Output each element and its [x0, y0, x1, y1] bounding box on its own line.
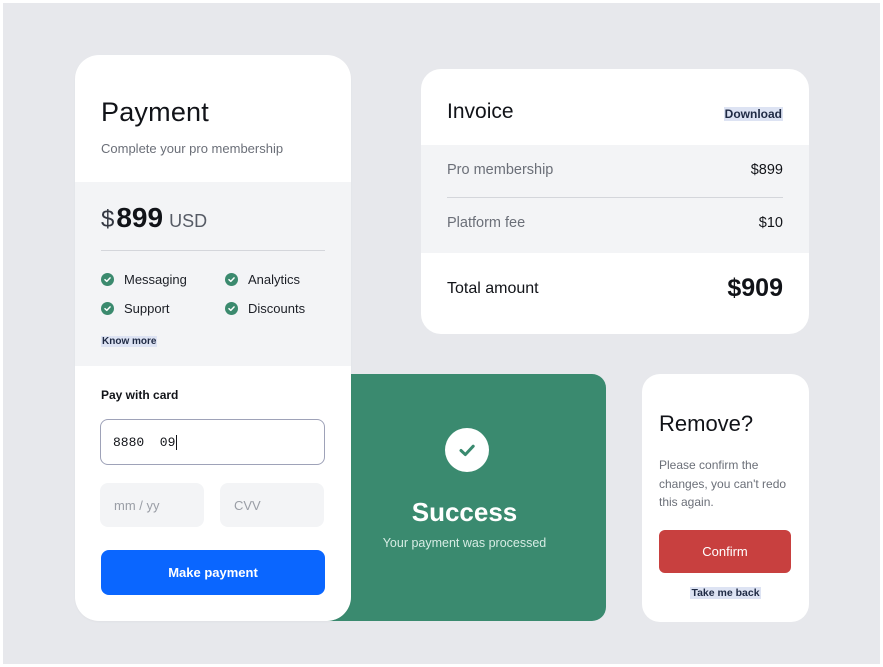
divider	[447, 197, 783, 198]
line-label: Platform fee	[447, 215, 526, 231]
success-title: Success	[411, 497, 518, 527]
feature-item: Messaging	[101, 272, 187, 287]
total-value: $909	[727, 274, 783, 302]
line-label: Pro membership	[447, 162, 554, 178]
expiry-placeholder: mm / yy	[114, 497, 160, 513]
download-link[interactable]: Download	[723, 107, 783, 121]
payment-subtitle: Complete your pro membership	[101, 141, 284, 156]
check-circle-icon	[101, 302, 114, 315]
check-circle-icon	[101, 273, 114, 286]
feature-label: Messaging	[124, 272, 187, 287]
check-circle-icon	[445, 428, 489, 472]
invoice-title: Invoice	[447, 100, 514, 123]
feature-label: Analytics	[248, 272, 301, 287]
cvv-input[interactable]: CVV	[220, 483, 324, 527]
feature-label: Support	[124, 301, 170, 316]
check-circle-icon	[225, 302, 238, 315]
payment-title: Payment	[101, 97, 209, 127]
payment-card: Payment Complete your pro membership $ 8…	[75, 55, 351, 621]
line-value: $10	[758, 215, 783, 231]
success-message: Your payment was processed	[382, 536, 547, 550]
remove-dialog: Remove? Please confirm the changes, you …	[642, 374, 809, 622]
card-number-input[interactable]: 8880 09	[100, 419, 325, 465]
total-label: Total amount	[447, 279, 539, 297]
check-circle-icon	[225, 273, 238, 286]
feature-item: Analytics	[225, 272, 300, 287]
line-value: $899	[750, 162, 783, 178]
take-me-back-link[interactable]: Take me back	[690, 587, 761, 599]
feature-label: Discounts	[248, 301, 306, 316]
know-more-link[interactable]: Know more	[101, 336, 158, 347]
cvv-placeholder: CVV	[234, 497, 261, 513]
currency-code: USD	[169, 211, 208, 231]
invoice-lines: Pro membership $899 Platform fee $10	[421, 145, 809, 253]
price-amount: 899	[116, 202, 164, 233]
take-me-back: Take me back	[642, 587, 809, 599]
pay-with-card-label: Pay with card	[101, 388, 179, 402]
text-caret	[176, 434, 178, 450]
currency-symbol: $	[101, 206, 115, 233]
success-card: Success Your payment was processed	[323, 374, 606, 621]
card-number-value: 8880 09	[113, 434, 176, 450]
price: $ 899 USD	[101, 202, 207, 234]
canvas: Payment Complete your pro membership $ 8…	[3, 3, 880, 664]
expiry-input[interactable]: mm / yy	[100, 483, 204, 527]
remove-title: Remove?	[659, 411, 754, 436]
feature-item: Discounts	[225, 301, 305, 316]
remove-message: Please confirm the changes, you can't re…	[659, 458, 787, 509]
plan-summary: $ 899 USD Messaging Analytics Support Di…	[75, 182, 351, 366]
confirm-button[interactable]: Confirm	[659, 530, 791, 573]
invoice-line: Pro membership $899	[447, 162, 783, 178]
divider	[101, 250, 325, 251]
invoice-line: Platform fee $10	[447, 215, 783, 231]
invoice-card: Invoice Download Pro membership $899 Pla…	[421, 69, 809, 334]
make-payment-button[interactable]: Make payment	[101, 550, 325, 595]
invoice-total: Total amount $909	[447, 274, 783, 303]
feature-item: Support	[101, 301, 170, 316]
